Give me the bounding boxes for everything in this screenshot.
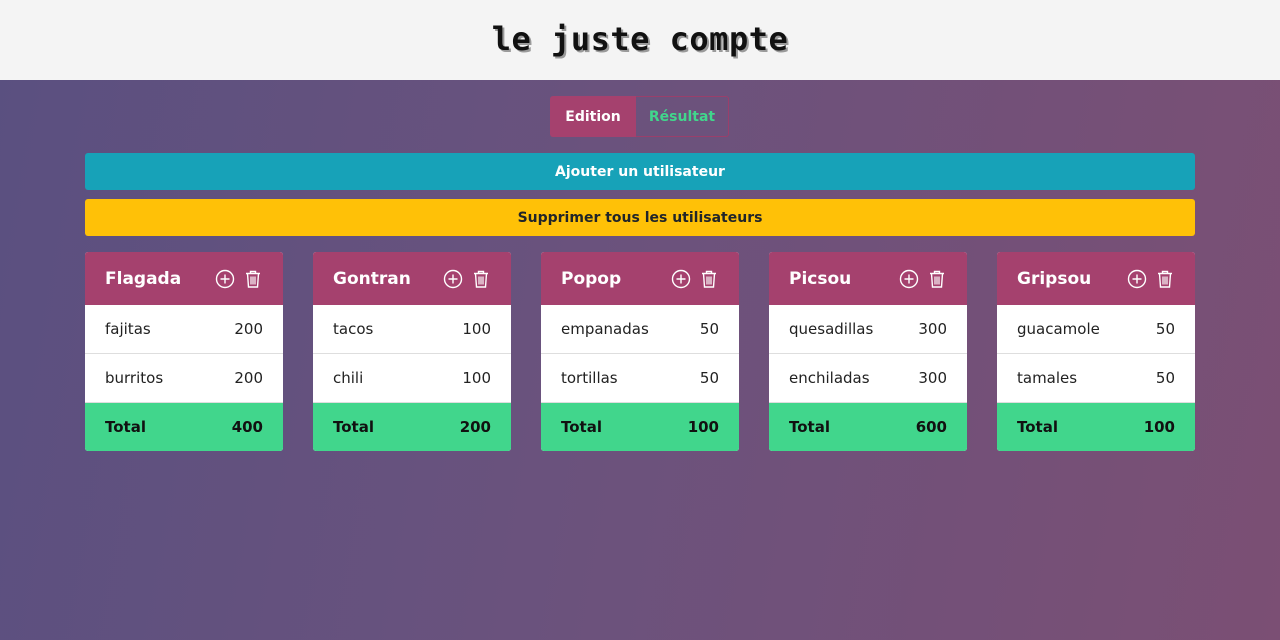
expense-row: tacos 100 [313,305,511,354]
expense-value: 50 [699,369,719,387]
expense-value: 300 [918,369,947,387]
user-card-header: Gripsou [997,252,1195,305]
user-name: Flagada [105,268,182,289]
expense-label: enchiladas [789,369,870,387]
expense-label: quesadillas [789,320,874,338]
app-header: le juste compte [0,0,1280,80]
total-label: Total [333,418,374,436]
user-card: Picsou quesadillas 300 enchiladas 300 To… [769,252,967,451]
expense-row: guacamole 50 [997,305,1195,354]
user-card-header: Flagada [85,252,283,305]
total-value: 200 [459,418,491,436]
user-name: Popop [561,268,622,289]
tab-edition[interactable]: Edition [550,96,636,137]
add-expense-icon[interactable] [1127,269,1147,289]
user-card-header: Popop [541,252,739,305]
total-value: 600 [915,418,947,436]
user-card: Gripsou guacamole 50 tamales 50 Total 10… [997,252,1195,451]
add-expense-icon[interactable] [671,269,691,289]
expense-label: burritos [105,369,164,387]
trash-icon[interactable] [243,269,263,289]
app-title: le juste compte [491,20,789,58]
expense-row: tortillas 50 [541,354,739,403]
expense-value: 100 [462,320,491,338]
expense-value: 200 [234,369,263,387]
total-value: 400 [231,418,263,436]
expense-row: enchiladas 300 [769,354,967,403]
total-value: 100 [1143,418,1175,436]
user-card-header: Gontran [313,252,511,305]
total-label: Total [1017,418,1058,436]
total-row: Total 100 [541,403,739,451]
trash-icon[interactable] [471,269,491,289]
expense-label: guacamole [1017,320,1100,338]
total-row: Total 200 [313,403,511,451]
add-expense-icon[interactable] [215,269,235,289]
user-card: Flagada fajitas 200 burritos 200 Total 4… [85,252,283,451]
mode-tabs: Edition Résultat [550,96,729,137]
trash-icon[interactable] [699,269,719,289]
expense-label: tamales [1017,369,1078,387]
expense-value: 50 [699,320,719,338]
expense-label: fajitas [105,320,151,338]
total-row: Total 100 [997,403,1195,451]
expense-label: empanadas [561,320,649,338]
expense-row: chili 100 [313,354,511,403]
user-cards: Flagada fajitas 200 burritos 200 Total 4… [85,252,1195,451]
add-user-button[interactable]: Ajouter un utilisateur [85,153,1195,190]
trash-icon[interactable] [927,269,947,289]
expense-value: 200 [234,320,263,338]
expense-row: burritos 200 [85,354,283,403]
expense-row: fajitas 200 [85,305,283,354]
expense-label: tacos [333,320,374,338]
add-expense-icon[interactable] [899,269,919,289]
total-label: Total [561,418,602,436]
trash-icon[interactable] [1155,269,1175,289]
user-card: Gontran tacos 100 chili 100 Total 200 [313,252,511,451]
tab-resultat[interactable]: Résultat [636,96,729,137]
total-row: Total 600 [769,403,967,451]
expense-row: empanadas 50 [541,305,739,354]
expense-value: 300 [918,320,947,338]
user-name: Picsou [789,268,852,289]
expense-row: quesadillas 300 [769,305,967,354]
user-card: Popop empanadas 50 tortillas 50 Total 10… [541,252,739,451]
total-label: Total [105,418,146,436]
expense-row: tamales 50 [997,354,1195,403]
expense-value: 100 [462,369,491,387]
total-row: Total 400 [85,403,283,451]
delete-all-users-button[interactable]: Supprimer tous les utilisateurs [85,199,1195,236]
expense-value: 50 [1155,320,1175,338]
total-value: 100 [687,418,719,436]
total-label: Total [789,418,830,436]
expense-label: tortillas [561,369,618,387]
expense-label: chili [333,369,364,387]
user-name: Gontran [333,268,411,289]
user-card-header: Picsou [769,252,967,305]
add-expense-icon[interactable] [443,269,463,289]
expense-value: 50 [1155,369,1175,387]
user-name: Gripsou [1017,268,1092,289]
